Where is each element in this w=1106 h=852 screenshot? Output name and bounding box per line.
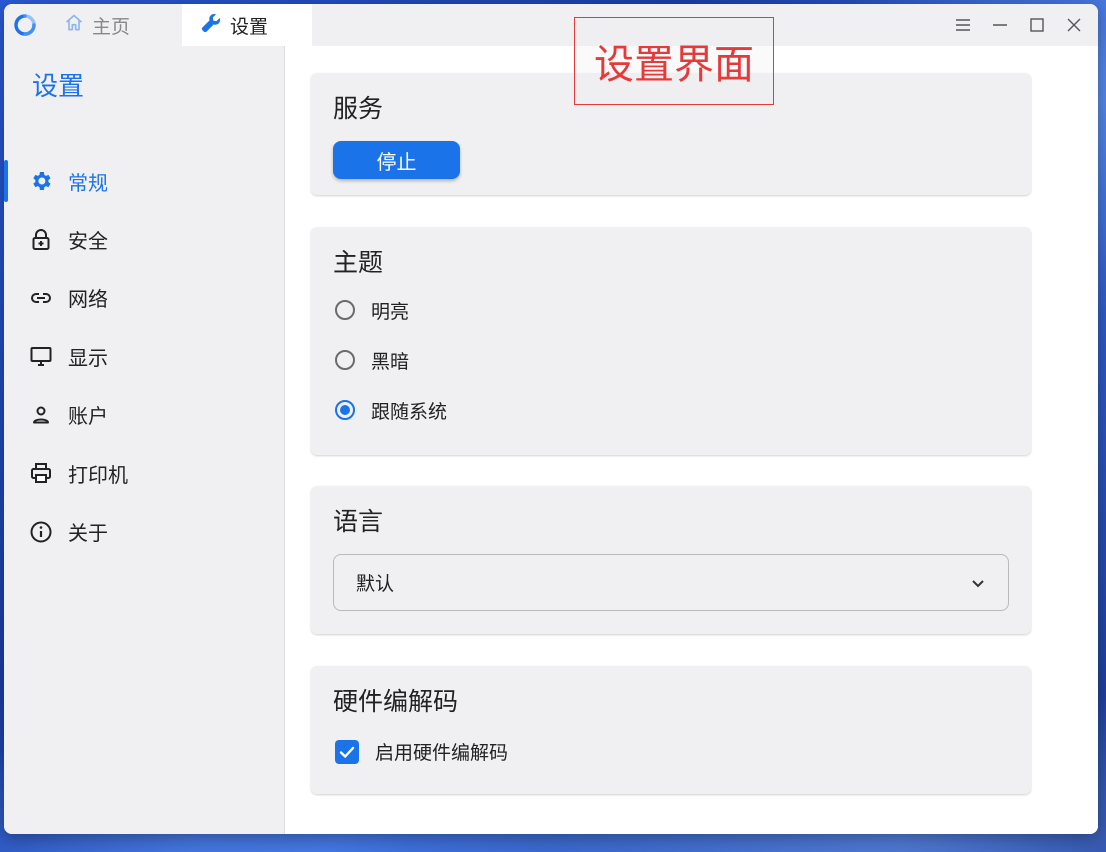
theme-option-dark[interactable]: 黑暗 bbox=[333, 335, 1009, 385]
sidebar: 设置 常规 安全 网络 显示 账户 打印机 关于 bbox=[4, 46, 285, 834]
wrench-icon bbox=[200, 12, 222, 39]
sidebar-item-about[interactable]: 关于 bbox=[4, 502, 284, 560]
sidebar-item-label: 显示 bbox=[68, 345, 108, 370]
sidebar-item-label: 账户 bbox=[68, 404, 108, 429]
chevron-down-icon bbox=[970, 572, 986, 594]
maximize-icon[interactable] bbox=[1018, 4, 1055, 46]
sidebar-item-general[interactable]: 常规 bbox=[4, 152, 284, 210]
theme-card: 主题 明亮 黑暗 跟随系统 bbox=[311, 227, 1031, 455]
theme-option-light[interactable]: 明亮 bbox=[333, 285, 1009, 335]
sidebar-item-label: 关于 bbox=[68, 521, 108, 546]
tab-home[interactable]: 主页 bbox=[46, 4, 182, 46]
language-card: 语言 默认 bbox=[311, 486, 1031, 634]
language-select-value: 默认 bbox=[356, 573, 395, 595]
link-icon bbox=[28, 285, 54, 311]
radio-label: 明亮 bbox=[371, 300, 410, 323]
sidebar-item-display[interactable]: 显示 bbox=[4, 327, 284, 385]
radio-label: 跟随系统 bbox=[371, 400, 448, 423]
annotation-label: 设置界面 bbox=[574, 17, 774, 105]
stop-button[interactable]: 停止 bbox=[333, 141, 460, 179]
info-icon bbox=[28, 519, 54, 545]
language-title: 语言 bbox=[333, 507, 384, 536]
user-icon bbox=[28, 402, 54, 428]
tab-home-label: 主页 bbox=[92, 15, 131, 38]
gear-icon bbox=[28, 168, 54, 194]
settings-content: 服务 停止 主题 明亮 黑暗 跟随系统 语言 默认 硬件编解码 启用硬件编解码 bbox=[285, 46, 1098, 834]
minimize-icon[interactable] bbox=[981, 4, 1018, 46]
home-icon bbox=[64, 13, 84, 38]
sidebar-item-label: 网络 bbox=[68, 287, 108, 312]
sidebar-item-printer[interactable]: 打印机 bbox=[4, 444, 284, 502]
language-select[interactable]: 默认 bbox=[333, 554, 1009, 611]
sidebar-item-security[interactable]: 安全 bbox=[4, 210, 284, 268]
monitor-icon bbox=[28, 343, 54, 369]
radio-label: 黑暗 bbox=[371, 350, 410, 373]
sidebar-item-label: 安全 bbox=[68, 229, 108, 254]
hardware-codec-option[interactable]: 启用硬件编解码 bbox=[333, 738, 1009, 765]
menu-icon[interactable] bbox=[944, 4, 981, 46]
hardware-codec-label: 启用硬件编解码 bbox=[375, 742, 509, 764]
sidebar-item-label: 打印机 bbox=[68, 462, 128, 487]
theme-title: 主题 bbox=[333, 248, 384, 277]
title-bar: 主页 设置 bbox=[4, 4, 1098, 46]
app-window: 主页 设置 设置界面 设置 常规 安全 网络 显示 账户 打印机 关于 服务 停… bbox=[4, 4, 1098, 834]
theme-options: 明亮 黑暗 跟随系统 bbox=[333, 285, 1009, 435]
sidebar-item-network[interactable]: 网络 bbox=[4, 269, 284, 327]
radio-button[interactable] bbox=[335, 300, 355, 320]
sidebar-item-account[interactable]: 账户 bbox=[4, 386, 284, 444]
checkmark-icon bbox=[339, 746, 355, 758]
theme-option-system[interactable]: 跟随系统 bbox=[333, 385, 1009, 435]
app-logo-icon bbox=[4, 4, 46, 46]
tab-settings-label: 设置 bbox=[230, 15, 269, 38]
hardware-codec-checkbox[interactable] bbox=[335, 739, 359, 764]
sidebar-title: 设置 bbox=[32, 72, 85, 102]
hardware-codec-card: 硬件编解码 启用硬件编解码 bbox=[311, 666, 1031, 794]
hardware-codec-title: 硬件编解码 bbox=[333, 687, 459, 716]
close-icon[interactable] bbox=[1055, 4, 1092, 46]
printer-icon bbox=[28, 460, 54, 486]
sidebar-item-label: 常规 bbox=[68, 170, 108, 195]
sidebar-nav: 常规 安全 网络 显示 账户 打印机 关于 bbox=[4, 152, 284, 561]
radio-button[interactable] bbox=[335, 350, 355, 370]
lock-icon bbox=[28, 227, 54, 253]
radio-button-checked[interactable] bbox=[335, 400, 355, 420]
tab-settings[interactable]: 设置 bbox=[182, 4, 312, 46]
